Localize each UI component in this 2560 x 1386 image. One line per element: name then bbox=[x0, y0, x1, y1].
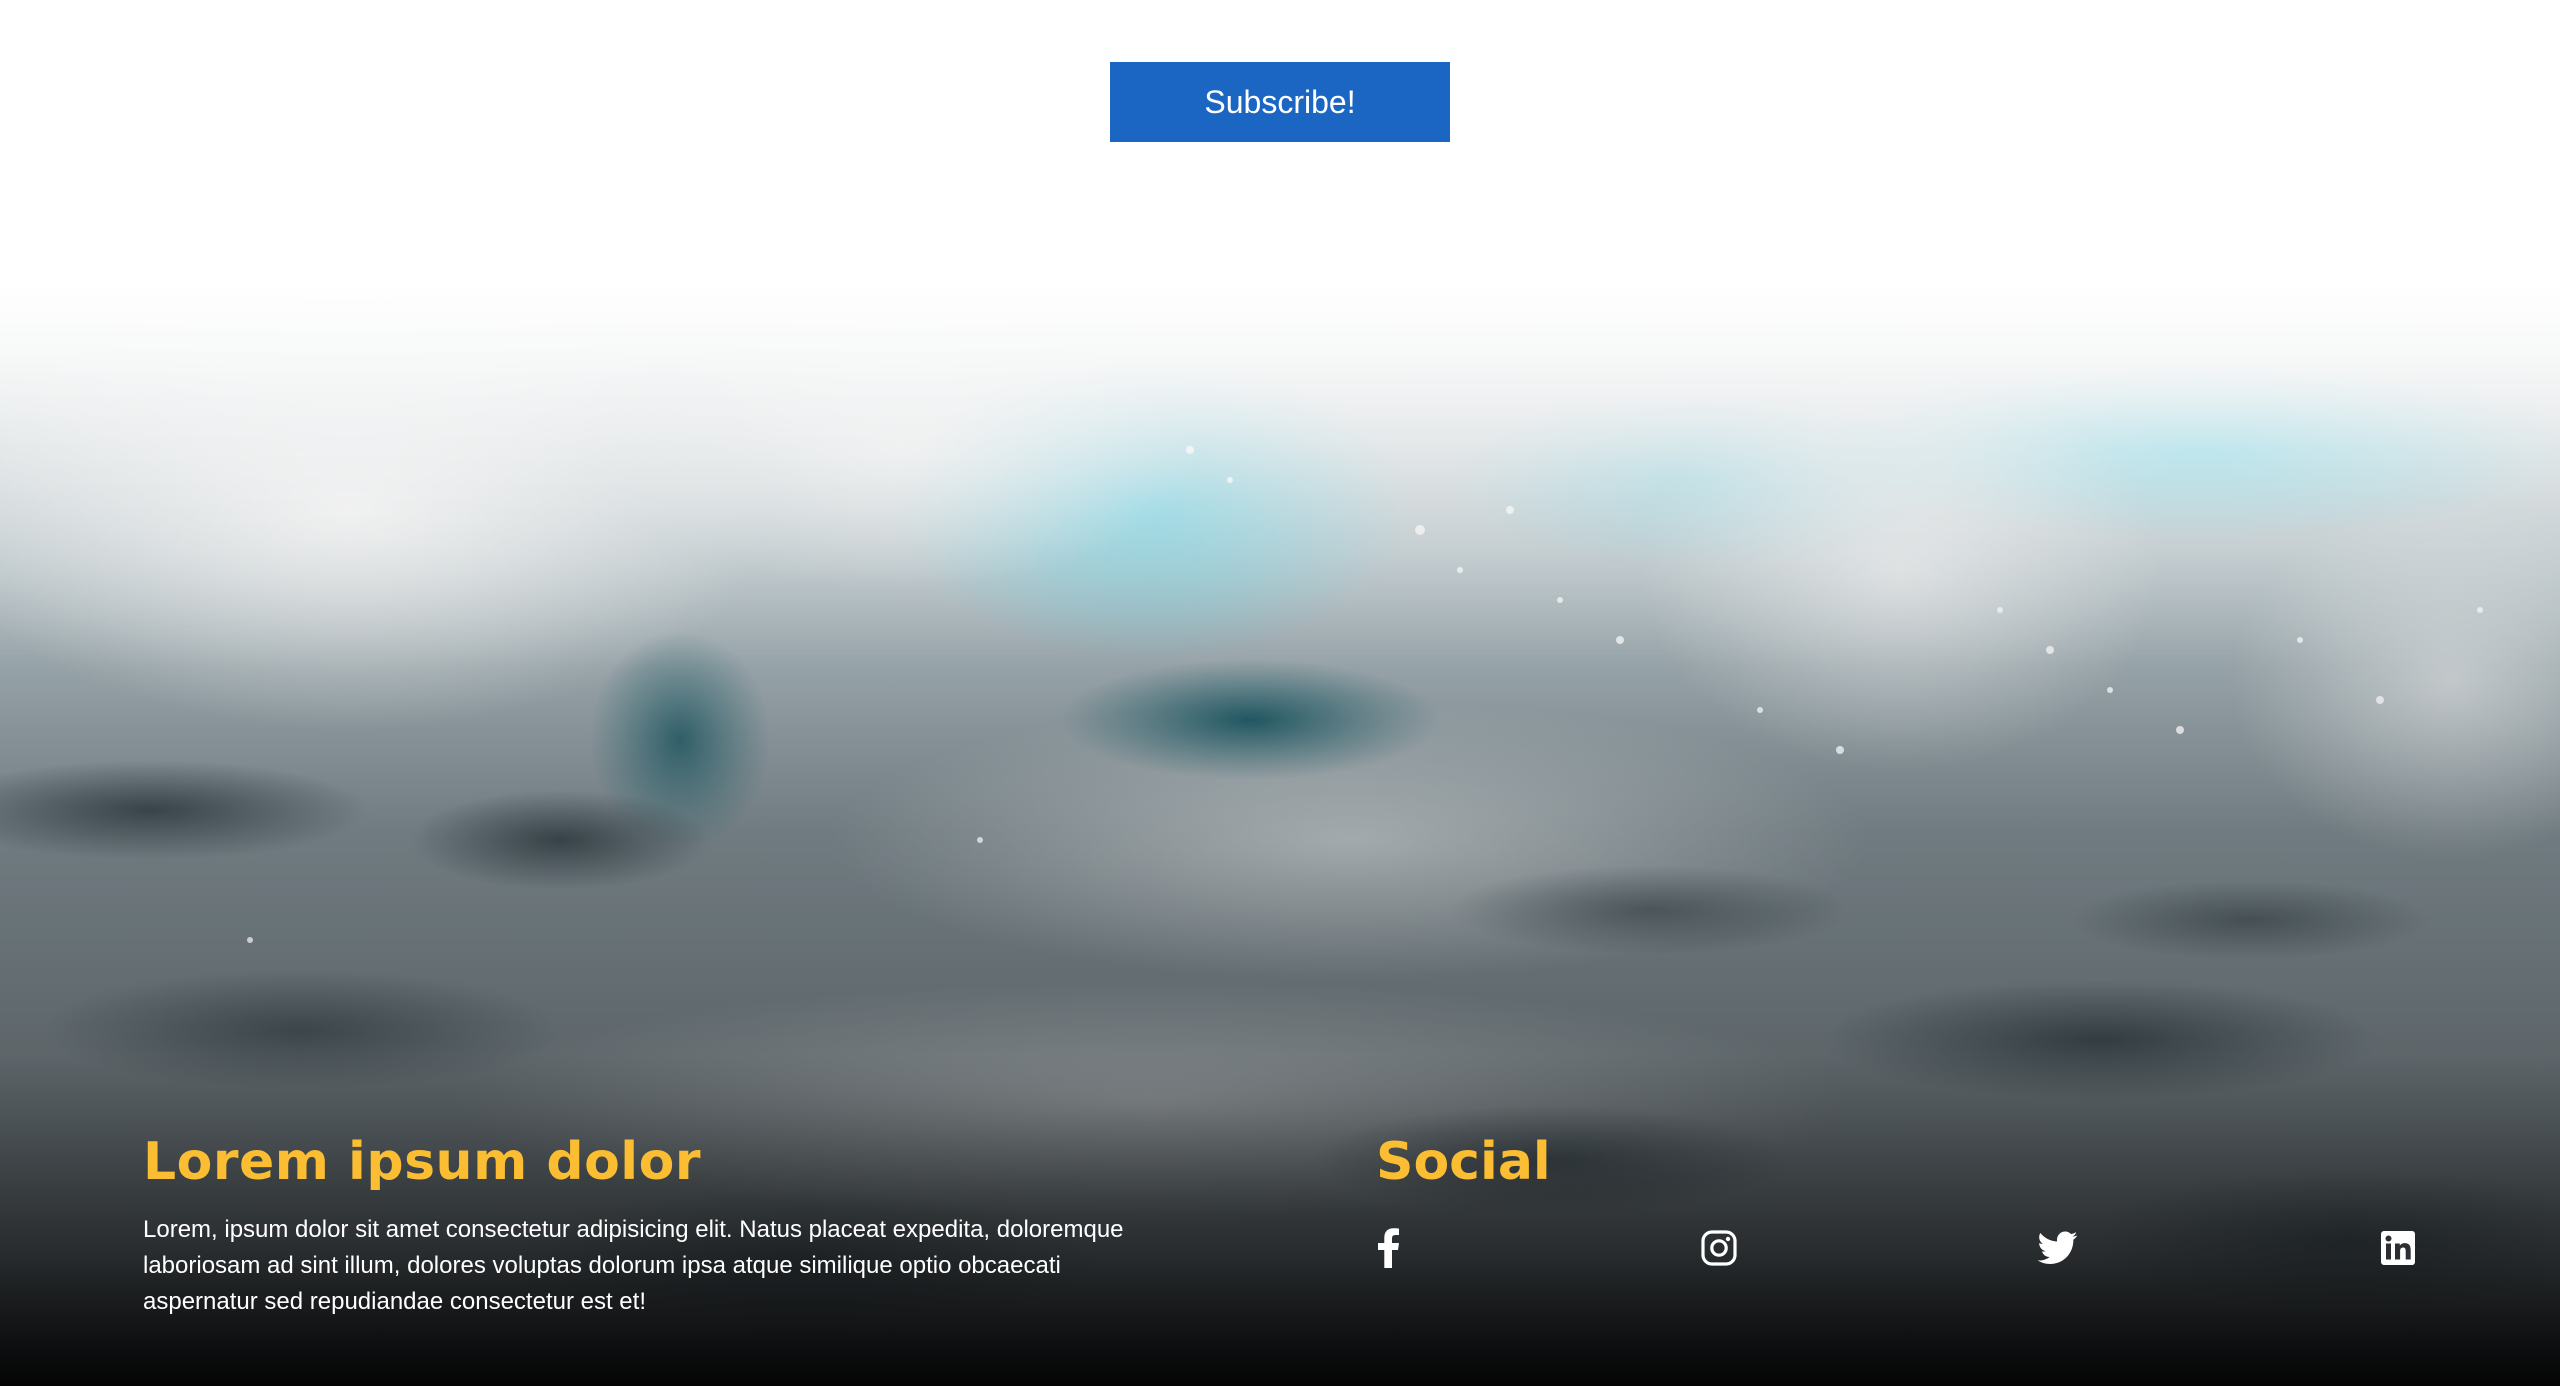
page: Subscribe! Lorem ipsum dolor Lorem, ipsu… bbox=[0, 0, 2560, 1386]
instagram-icon bbox=[1701, 1230, 1737, 1266]
linkedin-link[interactable] bbox=[2378, 1228, 2418, 1268]
facebook-link[interactable] bbox=[1368, 1228, 1408, 1268]
facebook-icon bbox=[1378, 1228, 1399, 1268]
footer-about-text: Lorem, ipsum dolor sit amet consectetur … bbox=[143, 1216, 1124, 1315]
linkedin-icon bbox=[2381, 1231, 2415, 1265]
twitter-link[interactable] bbox=[2038, 1228, 2078, 1268]
instagram-link[interactable] bbox=[1699, 1228, 1739, 1268]
subscribe-button[interactable]: Subscribe! bbox=[1110, 62, 1450, 142]
footer-about-title: Lorem ipsum dolor bbox=[143, 1132, 702, 1192]
footer-social-title: Social bbox=[1376, 1132, 1551, 1192]
twitter-icon bbox=[2038, 1231, 2078, 1264]
